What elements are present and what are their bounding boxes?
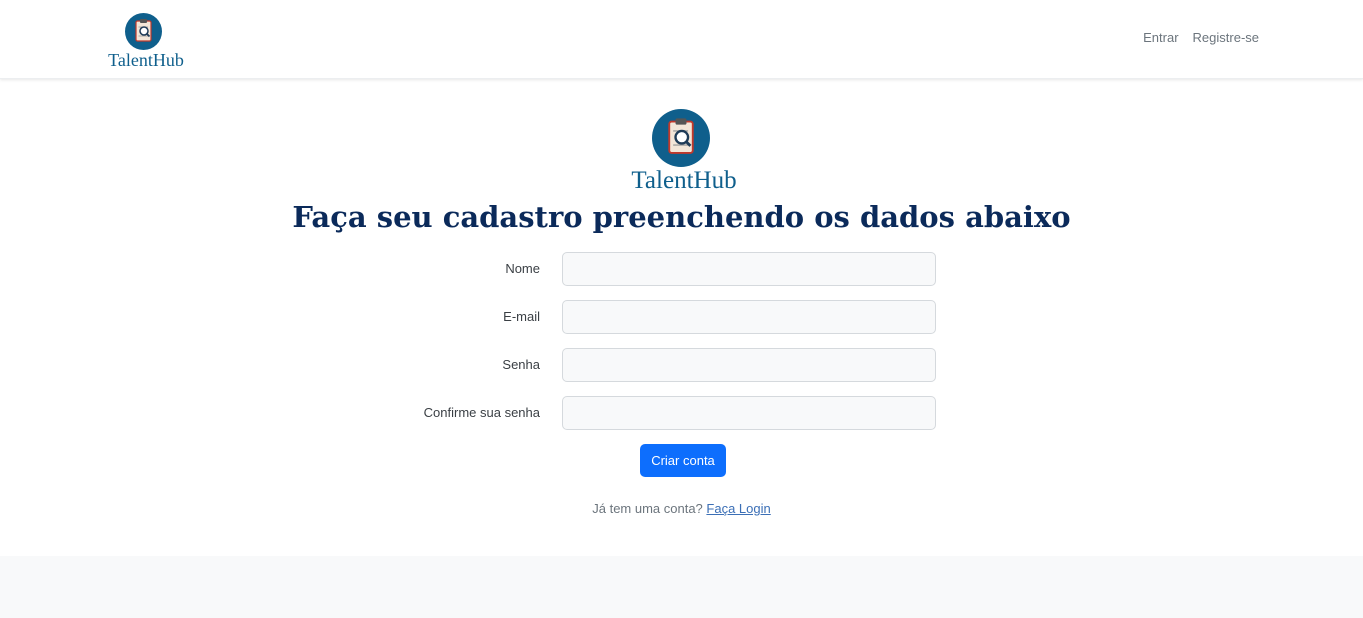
nav-link-registre-se[interactable]: Registre-se [1193, 30, 1259, 45]
nav-links: Entrar Registre-se [1143, 30, 1259, 45]
confirm-senha-label: Confirme sua senha [423, 405, 540, 420]
email-label: E-mail [503, 309, 540, 324]
hero-logo: TalentHub [625, 109, 743, 194]
nome-label: Nome [505, 261, 540, 276]
form-row-senha: Senha [0, 348, 1363, 382]
criar-conta-button[interactable]: Criar conta [640, 444, 726, 477]
senha-input[interactable] [562, 348, 936, 382]
nav-link-entrar[interactable]: Entrar [1143, 30, 1178, 45]
footer [0, 556, 1363, 618]
hero-brand-text: TalentHub [631, 167, 737, 194]
form-row-email: E-mail [0, 300, 1363, 334]
senha-label: Senha [502, 357, 540, 372]
clipboard-search-logo-icon [652, 109, 710, 167]
clipboard-search-logo-icon [125, 13, 162, 50]
page-title: Faça seu cadastro preenchendo os dados a… [292, 200, 1071, 234]
nome-input[interactable] [562, 252, 936, 286]
faca-login-link[interactable]: Faça Login [706, 501, 770, 516]
login-prompt-text: Já tem uma conta? [592, 501, 703, 516]
navbar: TalentHub Entrar Registre-se [0, 0, 1363, 79]
brand-logo-link[interactable]: TalentHub [106, 13, 186, 71]
login-hint: Já tem uma conta? Faça Login [0, 501, 1363, 516]
form-row-nome: Nome [0, 252, 1363, 286]
brand-text: TalentHub [108, 50, 184, 70]
email-input[interactable] [562, 300, 936, 334]
form-row-confirm-senha: Confirme sua senha [0, 396, 1363, 430]
confirm-senha-input[interactable] [562, 396, 936, 430]
